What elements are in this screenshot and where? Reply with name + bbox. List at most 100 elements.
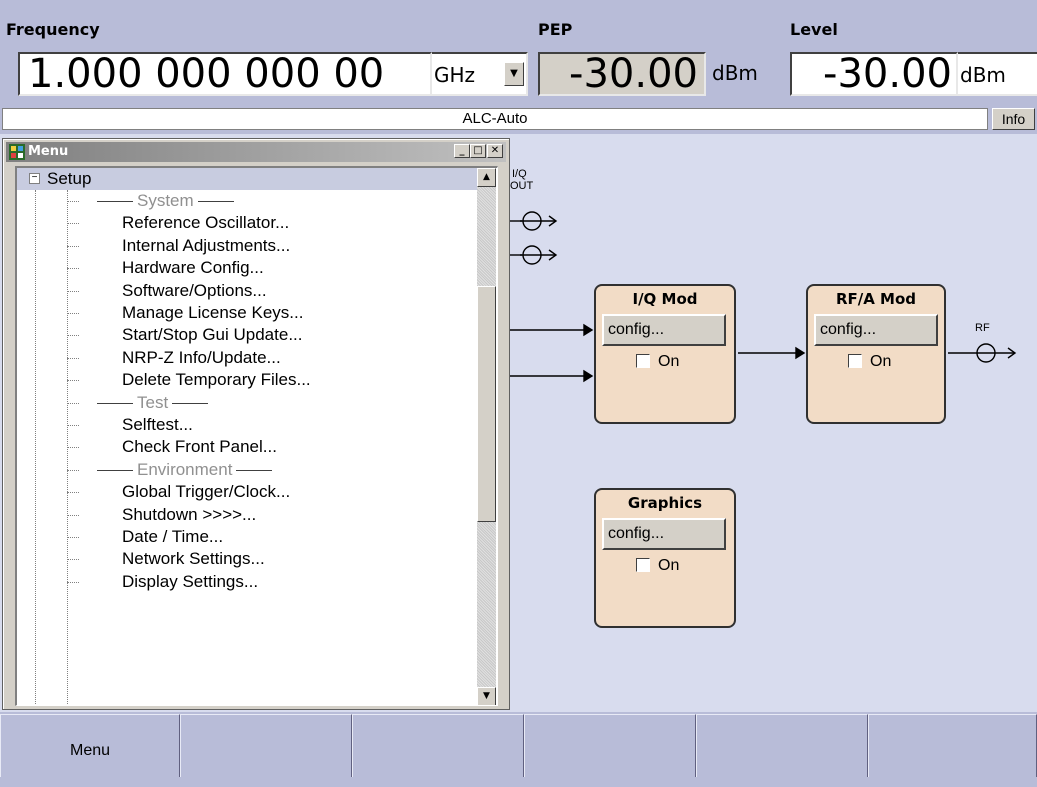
tree-connector-line bbox=[67, 425, 79, 426]
menu-tree: − Setup System Reference Oscillator... Int… bbox=[17, 168, 477, 705]
rf-out-connector bbox=[948, 343, 1017, 363]
tree-connector-line bbox=[67, 290, 79, 292]
menu-item[interactable]: Selftest... bbox=[122, 414, 193, 436]
chevron-down-icon: ▼ bbox=[483, 691, 490, 701]
status-bar: ALC-Auto bbox=[2, 108, 988, 130]
iq-out-connector-2 bbox=[510, 245, 558, 265]
softkey-bar: Menu bbox=[0, 714, 1037, 777]
menu-item[interactable]: Hardware Config... bbox=[122, 257, 264, 279]
status-text: ALC-Auto bbox=[462, 110, 528, 127]
menu-item[interactable]: NRP-Z Info/Update... bbox=[122, 347, 281, 369]
pep-unit: dBm bbox=[712, 61, 758, 85]
tree-connector-line bbox=[67, 223, 79, 225]
softkey-5[interactable] bbox=[696, 714, 868, 777]
pep-label: PEP bbox=[538, 20, 573, 39]
scroll-up-button[interactable]: ▲ bbox=[477, 168, 496, 187]
menu-item[interactable]: Global Trigger/Clock... bbox=[122, 481, 290, 503]
close-button[interactable]: ✕ bbox=[487, 144, 503, 158]
menu-item[interactable]: Check Front Panel... bbox=[122, 436, 277, 458]
rf-label: RF bbox=[975, 322, 990, 334]
tree-connector-line bbox=[67, 201, 79, 202]
softkey-6[interactable] bbox=[868, 714, 1037, 777]
graphics-on-checkbox[interactable]: On bbox=[636, 558, 679, 576]
scroll-thumb[interactable] bbox=[477, 286, 496, 522]
menu-item[interactable]: Display Settings... bbox=[122, 571, 258, 593]
tree-connector-line bbox=[67, 559, 79, 561]
iq-mod-on-checkbox[interactable]: On bbox=[636, 354, 679, 372]
iq-mod-title: I/Q Mod bbox=[632, 290, 698, 308]
section-rule bbox=[172, 402, 209, 404]
level-unit-label: dBm bbox=[960, 63, 1006, 87]
minimize-icon: _ bbox=[459, 145, 465, 156]
menu-section-header: Environment bbox=[97, 459, 273, 481]
frequency-value: 1.000 000 000 00 bbox=[28, 52, 385, 96]
iq-out-label-1: I/Q bbox=[512, 168, 527, 180]
tree-connector-line bbox=[67, 357, 79, 359]
iq-mod-on-label: On bbox=[658, 353, 680, 370]
iq-to-rf-arrow bbox=[738, 346, 806, 360]
tree-node-setup[interactable]: − Setup bbox=[17, 168, 477, 190]
softkey-2[interactable] bbox=[180, 714, 352, 777]
frequency-unit-dropdown[interactable]: ▼ bbox=[504, 62, 524, 86]
softkey-3[interactable] bbox=[352, 714, 524, 777]
rfa-mod-on-checkbox[interactable]: On bbox=[848, 354, 891, 372]
menu-scrollbar[interactable]: ▲ ▼ bbox=[477, 168, 496, 705]
rfa-mod-on-label: On bbox=[870, 353, 892, 370]
scroll-down-button[interactable]: ▼ bbox=[477, 687, 496, 705]
iq-mod-config-button[interactable]: config... bbox=[602, 314, 726, 346]
checkbox-icon bbox=[848, 354, 862, 368]
frequency-label: Frequency bbox=[6, 20, 100, 39]
tree-connector-line bbox=[67, 380, 79, 382]
menu-item[interactable]: Reference Oscillator... bbox=[122, 212, 289, 234]
level-unit[interactable]: dBm bbox=[958, 52, 1037, 96]
softkey-1[interactable]: Menu bbox=[0, 714, 180, 777]
tree-connector-line bbox=[67, 313, 79, 314]
level-field[interactable]: -30.00 bbox=[790, 52, 958, 96]
maximize-button[interactable]: □ bbox=[470, 144, 486, 158]
graphics-config-button[interactable]: config... bbox=[602, 518, 726, 550]
menu-window: Menu _ □ ✕ − Setup System Reference Oscil… bbox=[2, 138, 510, 710]
section-rule bbox=[97, 201, 133, 203]
frequency-field[interactable]: 1.000 000 000 00 bbox=[18, 52, 432, 96]
chevron-up-icon: ▲ bbox=[483, 172, 490, 182]
tree-connector-line bbox=[67, 335, 79, 337]
menu-item[interactable]: Manage License Keys... bbox=[122, 302, 303, 324]
menu-item[interactable]: Start/Stop Gui Update... bbox=[122, 324, 302, 346]
minimize-button[interactable]: _ bbox=[454, 144, 470, 158]
menu-item[interactable]: Internal Adjustments... bbox=[122, 235, 290, 257]
graphics-title: Graphics bbox=[627, 494, 703, 512]
pep-field[interactable]: -30.00 bbox=[538, 52, 706, 96]
tree-connector-line bbox=[67, 514, 79, 516]
menu-tree-panel: − Setup System Reference Oscillator... Int… bbox=[15, 166, 498, 706]
checkbox-icon bbox=[636, 354, 650, 368]
menu-titlebar[interactable]: Menu _ □ ✕ bbox=[6, 142, 506, 162]
iq-mod-input-arrow-2 bbox=[510, 369, 594, 383]
rfa-mod-block: RF/A Mod config... On bbox=[806, 284, 946, 424]
menu-section-label: System bbox=[137, 191, 194, 210]
section-rule bbox=[97, 469, 133, 471]
iq-mod-block: I/Q Mod config... On bbox=[594, 284, 736, 424]
softkey-4[interactable] bbox=[524, 714, 696, 777]
section-rule bbox=[197, 201, 234, 203]
collapse-icon[interactable]: − bbox=[29, 173, 40, 184]
tree-connector-line bbox=[67, 581, 79, 583]
menu-app-icon bbox=[9, 144, 25, 160]
iq-mod-input-arrow-1 bbox=[510, 323, 594, 337]
graphics-on-label: On bbox=[658, 557, 680, 574]
tree-connector-line bbox=[67, 268, 79, 270]
tree-connector-line bbox=[67, 245, 79, 247]
menu-item[interactable]: Date / Time... bbox=[122, 526, 223, 548]
tree-node-setup-label: Setup bbox=[47, 169, 92, 188]
menu-item[interactable]: Software/Options... bbox=[122, 280, 267, 302]
close-icon: ✕ bbox=[490, 145, 500, 156]
tree-connector-line bbox=[67, 537, 79, 538]
menu-item[interactable]: Shutdown >>>>... bbox=[122, 504, 256, 526]
tree-connector-line bbox=[67, 492, 79, 494]
menu-item[interactable]: Delete Temporary Files... bbox=[122, 369, 311, 391]
menu-title: Menu bbox=[28, 144, 69, 159]
frequency-unit-label: GHz bbox=[434, 63, 476, 87]
menu-item[interactable]: Network Settings... bbox=[122, 548, 265, 570]
info-button[interactable]: Info bbox=[992, 108, 1035, 130]
rfa-mod-config-button[interactable]: config... bbox=[814, 314, 938, 346]
menu-section-header: Test bbox=[97, 392, 209, 414]
